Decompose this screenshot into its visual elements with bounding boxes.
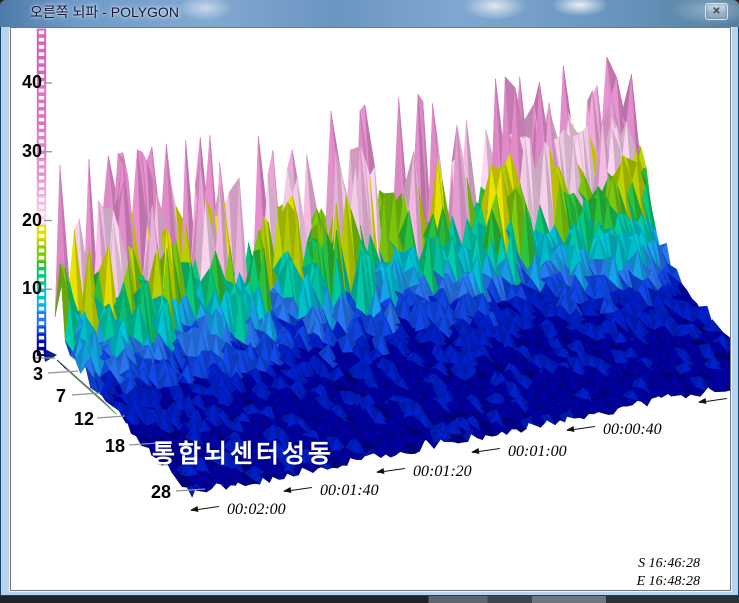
desktop-taskbar-sliver xyxy=(0,595,739,603)
freq-tick-label: 3 xyxy=(33,364,43,385)
freq-tick-label: 7 xyxy=(56,386,66,407)
value-tick-label: 40 xyxy=(12,72,42,93)
time-tick-label: 00:00:40 xyxy=(603,421,662,439)
value-tick-label: 10 xyxy=(12,278,42,299)
session-end-time: E 16:48:28 xyxy=(637,574,700,590)
session-start-time: S 16:46:28 xyxy=(638,556,700,572)
time-tick-label: 00:01:40 xyxy=(320,482,379,500)
value-tick-label: 30 xyxy=(12,141,42,162)
plot-area xyxy=(10,27,731,591)
title-bar: 오른쪽 뇌파 - POLYGON ✕ xyxy=(0,0,739,27)
time-tick-label: 00:01:00 xyxy=(508,443,567,461)
watermark-text: 통합뇌센터성동 xyxy=(152,434,334,470)
close-icon: ✕ xyxy=(712,6,720,17)
time-tick-label: 00:02:00 xyxy=(227,501,286,519)
freq-tick-label: 12 xyxy=(74,409,94,430)
app-window: 오른쪽 뇌파 - POLYGON ✕ 0102030403712182800:0… xyxy=(0,0,739,603)
close-button[interactable]: ✕ xyxy=(705,3,728,20)
freq-tick-label: 18 xyxy=(105,436,125,457)
window-title: 오른쪽 뇌파 - POLYGON xyxy=(30,0,179,25)
time-tick-label: 00:01:20 xyxy=(413,463,472,481)
freq-tick-label: 28 xyxy=(151,482,171,503)
value-tick-label: 20 xyxy=(12,210,42,231)
